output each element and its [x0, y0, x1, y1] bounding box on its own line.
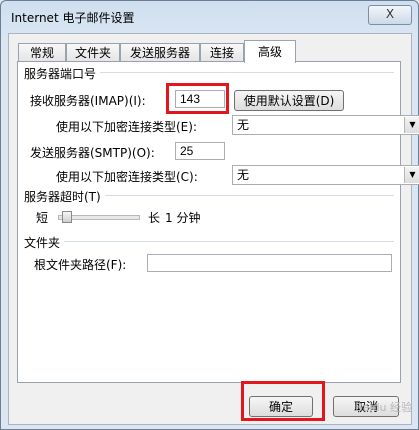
tab-label: 常规	[29, 46, 54, 60]
encrypt-out-select[interactable]: 无 ▼	[232, 165, 419, 185]
encrypt-out-label: 使用以下加密连接类型(C):	[56, 170, 198, 184]
select-value: 无	[237, 168, 250, 182]
dialog-window: Internet 电子邮件设置 X 常规 文件夹 发送服务器 连接 高级 服务器…	[0, 0, 419, 430]
outgoing-server-label: 发送服务器(SMTP)(O):	[30, 146, 155, 160]
group-divider	[24, 241, 394, 242]
close-icon: X	[385, 7, 395, 21]
close-button[interactable]: X	[368, 5, 412, 25]
folders-group-title: 文件夹	[24, 234, 65, 251]
tab-folders[interactable]: 文件夹	[66, 43, 120, 62]
chevron-down-icon: ▼	[404, 167, 419, 183]
watermark: Baidu 经验	[355, 401, 412, 414]
timeout-group-title: 服务器超时(T)	[24, 188, 105, 205]
outgoing-port-input[interactable]	[175, 142, 225, 160]
encrypt-in-label: 使用以下加密连接类型(E):	[56, 120, 197, 134]
tab-label: 高级	[257, 45, 282, 59]
server-ports-group-title: 服务器端口号	[24, 65, 101, 82]
select-value: 无	[237, 118, 250, 132]
window-title: Internet 电子邮件设置	[11, 11, 135, 25]
title-bar: Internet 电子邮件设置 X	[1, 1, 418, 33]
root-folder-input[interactable]	[147, 254, 392, 272]
advanced-panel: 服务器端口号 接收服务器(IMAP)(I): 使用默认设置(D) 使用以下加密连…	[17, 61, 419, 383]
timeout-value: 1 分钟	[165, 211, 201, 225]
tab-label: 连接	[209, 46, 234, 60]
encrypt-in-select[interactable]: 无 ▼	[232, 115, 419, 135]
root-folder-label: 根文件夹路径(F):	[34, 258, 127, 272]
tab-connection[interactable]: 连接	[200, 43, 244, 62]
dialog-client: 常规 文件夹 发送服务器 连接 高级 服务器端口号 接收服务器(IMAP)(I)…	[8, 33, 419, 425]
tab-label: 文件夹	[74, 46, 111, 60]
incoming-server-label: 接收服务器(IMAP)(I):	[30, 94, 146, 108]
highlight-box	[241, 381, 325, 421]
chevron-down-icon: ▼	[404, 117, 419, 133]
timeout-short-label: 短	[36, 211, 49, 225]
tab-general[interactable]: 常规	[18, 43, 66, 62]
button-label: 使用默认设置(D)	[243, 94, 335, 108]
highlight-box	[166, 83, 229, 114]
tab-outgoing-server[interactable]: 发送服务器	[120, 43, 200, 62]
timeout-slider-thumb[interactable]	[62, 211, 72, 223]
use-default-button[interactable]: 使用默认设置(D)	[234, 90, 344, 111]
tab-label: 发送服务器	[129, 46, 190, 60]
timeout-long-label: 长	[148, 211, 161, 225]
tab-advanced[interactable]: 高级	[244, 40, 296, 63]
